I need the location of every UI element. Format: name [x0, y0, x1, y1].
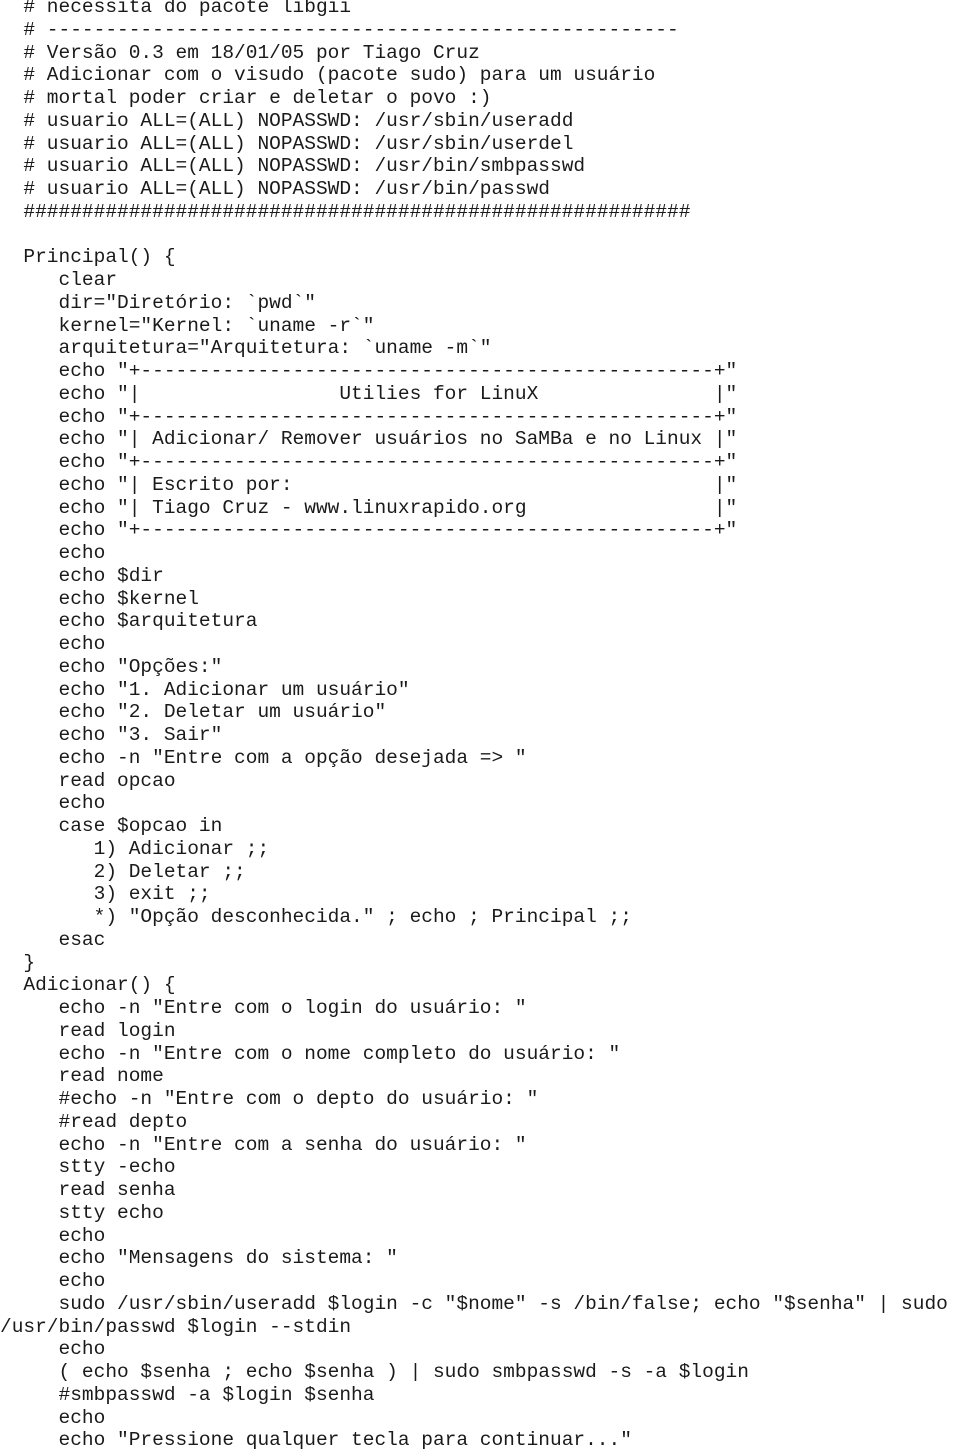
code-line: echo	[0, 1224, 106, 1247]
prompt-line: echo -n "Entre com o nome completo do us…	[0, 1042, 621, 1065]
code-line: arquitetura="Arquitetura: `uname -m`"	[0, 337, 492, 360]
comment-line: # usuario ALL=(ALL) NOPASSWD: /usr/sbin/…	[0, 132, 574, 155]
banner-subtitle: echo "| Adicionar/ Remover usuários no S…	[0, 428, 738, 451]
function-adicionar-header: Adicionar() {	[0, 974, 176, 997]
code-line: echo "Pressione qualquer tecla para cont…	[0, 1429, 632, 1452]
banner-author-label: echo "| Escrito por: |"	[0, 473, 738, 496]
banner-author: echo "| Tiago Cruz - www.linuxrapido.org…	[0, 496, 738, 519]
banner-title: echo "| Utilies for LinuX |"	[0, 382, 738, 405]
prompt-line: echo -n "Entre com o login do usuário: "	[0, 997, 527, 1019]
code-line: echo $arquitetura	[0, 610, 258, 633]
banner-border: echo "+---------------------------------…	[0, 405, 738, 428]
banner-border: echo "+---------------------------------…	[0, 451, 738, 473]
case-branch: 1) Adicionar ;;	[0, 837, 270, 860]
code-line: stty echo	[0, 1201, 164, 1224]
comment-line: # mortal poder criar e deletar o povo :)	[0, 87, 492, 109]
commented-code-line: #read depto	[0, 1110, 188, 1133]
code-line: kernel="Kernel: `uname -r`"	[0, 314, 375, 337]
comment-line: # necessita do pacote libgii	[0, 0, 352, 18]
comment-separator: # --------------------------------------…	[0, 18, 679, 41]
case-branch: 3) exit ;;	[0, 883, 211, 906]
code-line: echo	[0, 542, 106, 564]
code-line: echo $dir	[0, 564, 164, 587]
prompt-line: echo -n "Entre com a senha do usuário: "	[0, 1133, 527, 1156]
code-line: echo "Mensagens do sistema: "	[0, 1247, 398, 1270]
banner-border: echo "+---------------------------------…	[0, 360, 738, 382]
comment-line: # Adicionar com o visudo (pacote sudo) p…	[0, 64, 656, 87]
code-line: stty -echo	[0, 1156, 176, 1179]
case-branch: *) "Opção desconhecida." ; echo ; Princi…	[0, 906, 632, 928]
code-line: read nome	[0, 1065, 164, 1088]
comment-line: # usuario ALL=(ALL) NOPASSWD: /usr/bin/p…	[0, 178, 550, 200]
function-principal-header: Principal() {	[0, 246, 176, 269]
useradd-command-line: sudo /usr/sbin/useradd $login -c "$nome"…	[0, 1292, 948, 1315]
case-end: esac	[0, 928, 106, 951]
menu-option-line: echo "3. Sair"	[0, 724, 223, 746]
comment-line: # Versão 0.3 em 18/01/05 por Tiago Cruz	[0, 41, 480, 64]
comment-line: # usuario ALL=(ALL) NOPASSWD: /usr/bin/s…	[0, 155, 586, 178]
hash-separator: ########################################…	[0, 200, 691, 223]
commented-code-line: #echo -n "Entre com o depto do usuário: …	[0, 1088, 539, 1110]
code-line: echo	[0, 792, 106, 815]
case-branch: 2) Deletar ;;	[0, 860, 246, 883]
code-line: echo	[0, 1406, 106, 1429]
useradd-command-continuation: /usr/bin/passwd $login --stdin	[0, 1315, 352, 1338]
banner-border: echo "+---------------------------------…	[0, 519, 738, 542]
code-line: clear	[0, 269, 118, 291]
case-statement: case $opcao in	[0, 815, 223, 837]
comment-line: # usuario ALL=(ALL) NOPASSWD: /usr/sbin/…	[0, 109, 574, 132]
prompt-line: echo -n "Entre com a opção desejada => "	[0, 746, 527, 769]
menu-option-line: echo "1. Adicionar um usuário"	[0, 678, 410, 701]
code-line: read senha	[0, 1179, 176, 1201]
menu-option-line: echo "2. Deletar um usuário"	[0, 701, 387, 724]
code-line: echo	[0, 1338, 106, 1361]
smbpasswd-command-line: ( echo $senha ; echo $senha ) | sudo smb…	[0, 1361, 749, 1383]
code-line: dir="Diretório: `pwd`"	[0, 291, 316, 314]
code-line: read opcao	[0, 769, 176, 792]
code-line: echo $kernel	[0, 587, 199, 610]
code-line: echo	[0, 1270, 106, 1292]
function-end: }	[0, 951, 36, 974]
shell-script-listing: # necessita do pacote libgii # ---------…	[0, 0, 948, 1452]
code-line: read login	[0, 1019, 176, 1042]
menu-heading-line: echo "Opções:"	[0, 655, 223, 678]
commented-code-line: #smbpasswd -a $login $senha	[0, 1383, 375, 1406]
code-line: echo	[0, 633, 106, 655]
